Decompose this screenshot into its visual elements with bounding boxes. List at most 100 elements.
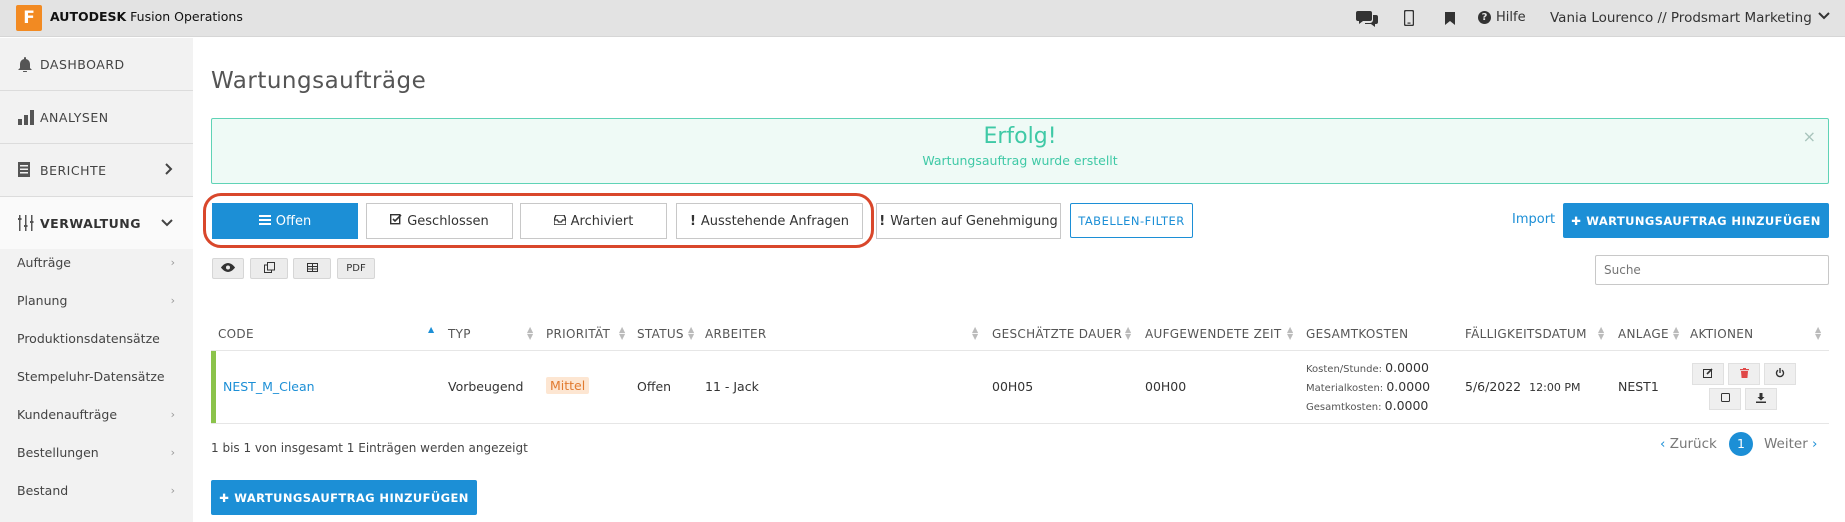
column-header-aufgewendete-zeit[interactable]: AUFGEWENDETE ZEIT [1145, 327, 1282, 341]
column-header-typ[interactable]: TYP [448, 327, 471, 341]
sidebar-item-berichte[interactable]: BERICHTE [0, 144, 193, 196]
bell-icon [18, 56, 38, 72]
cell-arbeiter: 11 - Jack [705, 379, 759, 394]
bar-chart-icon [18, 109, 38, 125]
column-header-gesamtkosten[interactable]: GESAMTKOSTEN [1306, 327, 1408, 341]
filter-closed-button[interactable]: Geschlossen [366, 203, 513, 239]
check-square-icon [390, 213, 402, 229]
import-link[interactable]: Import [1512, 212, 1555, 227]
cost-per-hour: Kosten/Stunde: 0.0000 [1306, 360, 1429, 375]
power-icon [1775, 367, 1785, 381]
add-maintenance-order-button[interactable]: ✚ WARTUNGSAUFTRAG HINZUFÜGEN [1563, 203, 1829, 238]
bookmark-icon[interactable] [1438, 7, 1462, 29]
priority-badge: Mittel [546, 377, 590, 394]
sort-icon[interactable]: ▲ ▼ [972, 326, 978, 341]
chat-icon[interactable] [1355, 7, 1379, 29]
user-account-menu[interactable]: Vania Lourenco // Prodsmart Marketing [1550, 10, 1812, 26]
help-label: Hilfe [1496, 10, 1526, 25]
column-visibility-button[interactable] [212, 258, 244, 279]
filter-archived-button[interactable]: Archiviert [520, 203, 667, 239]
column-header-faelligkeitsdatum[interactable]: FÄLLIGKEITSDATUM [1465, 327, 1587, 341]
table-filter-button[interactable]: TABELLEN-FILTER [1070, 203, 1193, 238]
column-header-anlage[interactable]: ANLAGE [1618, 327, 1669, 341]
power-button[interactable] [1764, 363, 1796, 385]
next-page-button[interactable]: Weiter › [1764, 436, 1817, 452]
download-button[interactable] [1745, 388, 1777, 410]
pdf-export-button[interactable]: PDF [337, 258, 375, 279]
sidebar-item-verwaltung[interactable]: VERWALTUNG [0, 197, 193, 249]
table-icon [306, 262, 318, 275]
sidebar-item-auftraege[interactable]: Aufträge › [17, 255, 177, 270]
sidebar-item-bestellungen[interactable]: Bestellungen › [17, 445, 177, 460]
sliders-icon [18, 215, 38, 231]
column-header-dauer[interactable]: GESCHÄTZTE DAUER [992, 327, 1122, 341]
sidebar-item-analysen[interactable]: ANALYSEN [0, 91, 193, 143]
chevron-right-icon [164, 163, 173, 178]
edit-icon [1703, 367, 1713, 381]
exclamation-icon: ! [689, 213, 696, 229]
sort-icon[interactable]: ▲ ▼ [1673, 326, 1679, 341]
add-maintenance-order-bottom-button[interactable]: ✚ WARTUNGSAUFTRAG HINZUFÜGEN [211, 480, 477, 515]
eye-icon [221, 262, 235, 275]
chevron-right-icon: › [170, 408, 175, 421]
sidebar-item-bestand[interactable]: Bestand › [17, 483, 177, 498]
square-icon [1720, 393, 1730, 405]
divider [211, 350, 1829, 351]
copy-icon [263, 261, 275, 276]
column-header-status[interactable]: STATUS [637, 327, 684, 341]
sort-icon[interactable]: ▲ ▼ [619, 326, 625, 341]
column-header-arbeiter[interactable]: ARBEITER [705, 327, 767, 341]
success-alert: Erfolg! Wartungsauftrag wurde erstellt × [211, 118, 1829, 184]
checkbox-button[interactable] [1709, 388, 1741, 410]
sidebar-item-planung[interactable]: Planung › [17, 293, 177, 308]
sort-icon[interactable]: ▲ ▼ [527, 326, 533, 341]
sort-icon[interactable]: ▲ ▼ [688, 326, 694, 341]
inbox-icon [552, 213, 567, 229]
page-1-button[interactable]: 1 [1729, 432, 1753, 456]
total-cost: Gesamtkosten: 0.0000 [1306, 398, 1429, 413]
cell-anlage: NEST1 [1618, 379, 1659, 394]
sidebar-item-dashboard[interactable]: DASHBOARD [0, 38, 193, 90]
search-input[interactable] [1595, 255, 1829, 285]
question-icon: ? [1478, 11, 1491, 24]
sort-icon[interactable]: ▲ ▼ [1815, 326, 1821, 341]
cell-aufgewendete-zeit: 00H00 [1145, 379, 1187, 394]
mobile-icon[interactable] [1397, 7, 1421, 29]
chevron-right-icon: › [170, 294, 175, 307]
divider [211, 423, 1829, 424]
chevron-right-icon: › [170, 446, 175, 459]
cell-typ: Vorbeugend [448, 379, 524, 394]
help-link[interactable]: ? Hilfe [1478, 10, 1526, 25]
filter-open-button[interactable]: Offen [212, 203, 358, 239]
prev-page-button[interactable]: ‹ Zurück [1660, 436, 1717, 452]
sort-icon[interactable]: ▲ ▼ [1287, 326, 1293, 341]
chevron-left-icon: ‹ [1660, 436, 1670, 452]
close-icon[interactable]: × [1803, 127, 1816, 146]
chevron-right-icon: › [170, 484, 175, 497]
column-header-code[interactable]: CODE [218, 327, 254, 341]
sort-asc-icon[interactable]: ▲ [428, 326, 434, 334]
filter-awaiting-approval-button[interactable]: ! Warten auf Genehmigung [876, 203, 1061, 239]
chevron-right-icon: › [170, 256, 175, 269]
sidebar-item-kundenauftraege[interactable]: Kundenaufträge › [17, 407, 177, 422]
export-table-button[interactable] [293, 258, 331, 279]
cell-dauer: 00H05 [992, 379, 1034, 394]
copy-button[interactable] [250, 258, 288, 279]
top-bar: F AUTODESK Fusion Operations ? Hilfe Van… [0, 0, 1845, 37]
page-title: Wartungsaufträge [211, 68, 427, 94]
sidebar-item-stempeluhr[interactable]: Stempeluhr-Datensätze [17, 369, 177, 384]
fusion-logo[interactable]: F [16, 5, 42, 31]
order-code-link[interactable]: NEST_M_Clean [223, 379, 315, 394]
chevron-down-icon[interactable] [1818, 10, 1830, 26]
chevron-down-icon [161, 216, 173, 231]
exclamation-icon: ! [879, 213, 886, 229]
sort-icon[interactable]: ▲ ▼ [1598, 326, 1604, 341]
alert-message: Wartungsauftrag wurde erstellt [922, 153, 1118, 168]
edit-button[interactable] [1692, 363, 1724, 385]
column-header-prioritaet[interactable]: PRIORITÄT [546, 327, 610, 341]
brand-name: AUTODESK Fusion Operations [50, 9, 243, 24]
delete-button[interactable] [1728, 363, 1760, 385]
sort-icon[interactable]: ▲ ▼ [1125, 326, 1131, 341]
filter-pending-requests-button[interactable]: ! Ausstehende Anfragen [676, 203, 863, 239]
sidebar-item-produktionsdatensaetze[interactable]: Produktionsdatensätze [17, 331, 177, 346]
